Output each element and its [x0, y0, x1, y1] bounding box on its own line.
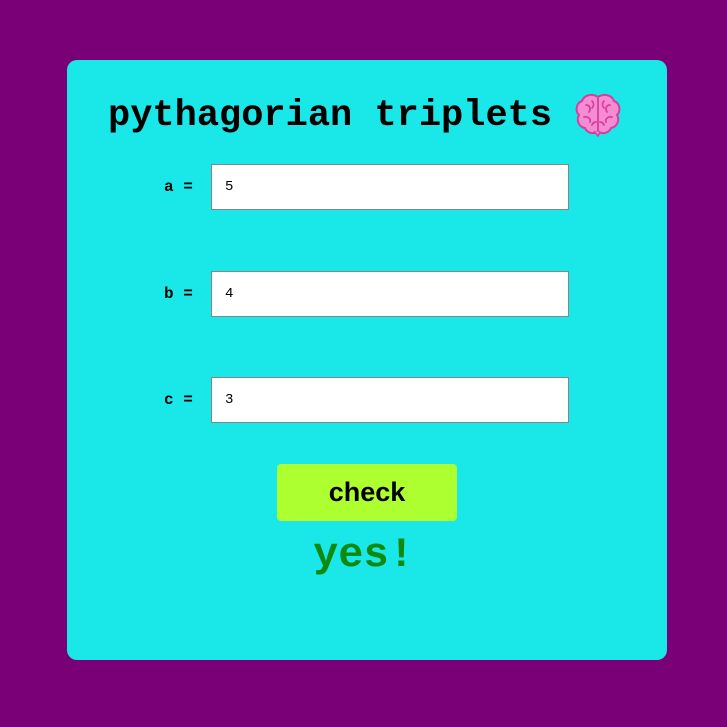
a-input[interactable] [211, 164, 569, 210]
c-label: c = [164, 391, 193, 409]
page-title: pythagorian triplets [108, 95, 553, 137]
check-button[interactable]: check [277, 464, 457, 521]
brain-icon [575, 93, 621, 137]
c-input[interactable] [211, 377, 569, 423]
result-text: yes! [313, 531, 414, 579]
b-input[interactable] [211, 271, 569, 317]
b-label: b = [164, 285, 193, 303]
a-label: a = [164, 178, 193, 196]
